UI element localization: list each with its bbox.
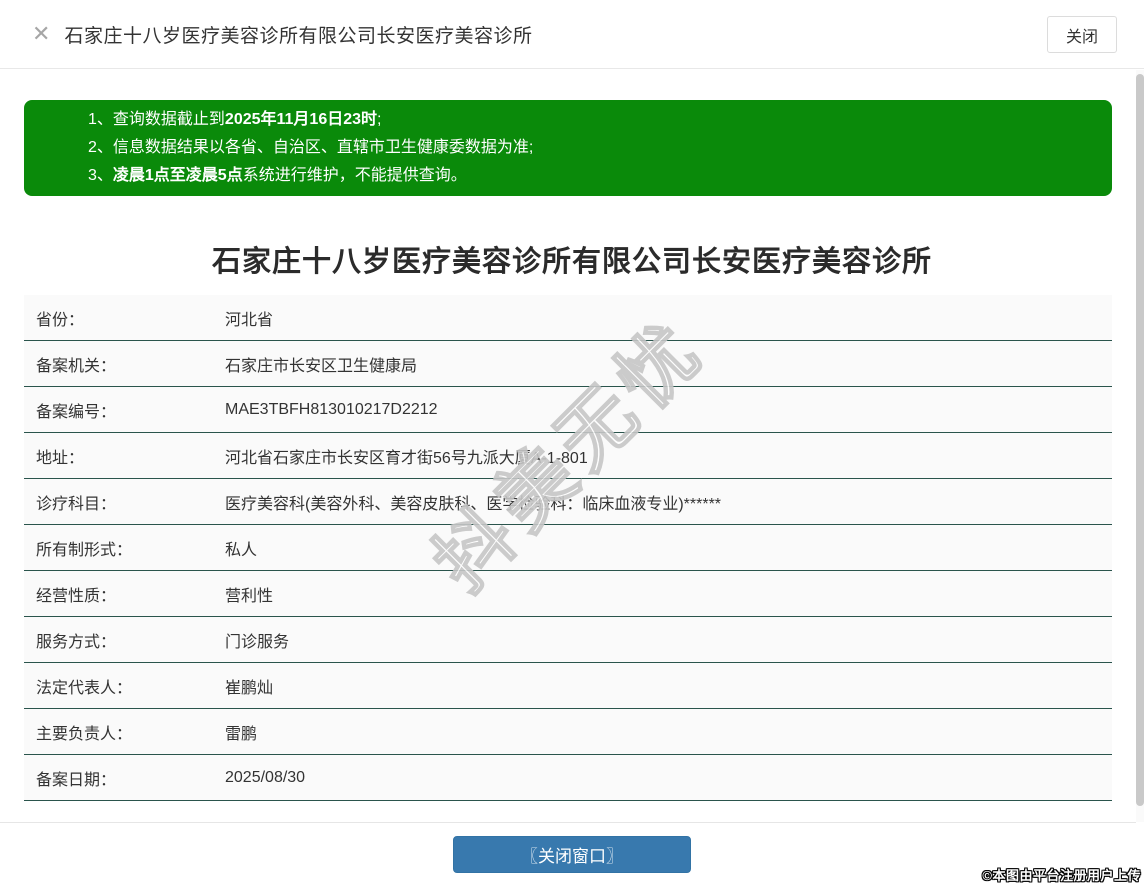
table-row-legal-representative: 法定代表人： 崔鹏灿 [24,663,1112,709]
row-label: 备案编号： [36,403,117,421]
table-row-address: 地址： 河北省石家庄市长安区育才街56号九派大厦A-1-801 [24,433,1112,479]
table-row-business-nature: 经营性质： 营利性 [24,571,1112,617]
notice-line-2: 2、信息数据结果以各省、自治区、直辖市卫生健康委数据为准; [88,134,1092,162]
notice-num: 2、 [88,139,113,156]
notice-text: ; [377,111,382,128]
notice-text: 查询数据截止到 [112,111,225,128]
notice-num: 3、 [88,167,113,184]
row-value: 医疗美容科(美容外科、美容皮肤科、医学检验科：临床血液专业)****** [225,495,722,513]
page-title: 石家庄十八岁医疗美容诊所有限公司长安医疗美容诊所 [211,246,932,278]
table-row-service-mode: 服务方式： 门诊服务 [24,617,1112,663]
row-value: MAE3TBFH813010217D2212 [225,400,438,418]
notice-line-1: 1、查询数据截止到2025年11月16日23时; [88,106,1092,134]
row-label: 诊疗科目： [36,495,117,513]
scrollbar-thumb[interactable] [1136,74,1144,806]
row-label: 法定代表人： [36,679,133,697]
close-button[interactable]: 关闭 [1047,16,1117,53]
row-value: 2025/08/30 [225,768,306,786]
table-row-registration-number: 备案编号： MAE3TBFH813010217D2212 [24,387,1112,433]
scrollbar-track[interactable] [1136,70,1144,822]
row-value: 门诊服务 [225,633,290,651]
notice-num: 1、 [88,111,113,128]
row-value: 雷鹏 [225,725,258,743]
table-row-province: 省份： 河北省 [24,295,1112,341]
table-row-registration-date: 备案日期： 2025/08/30 [24,755,1112,801]
table-row-registration-authority: 备案机关： 石家庄市长安区卫生健康局 [24,341,1112,387]
row-label: 经营性质： [36,587,117,605]
row-value: 私人 [225,541,258,559]
row-label: 地址： [36,449,85,467]
row-label: 主要负责人： [36,725,133,743]
notice-bold-text: 凌晨1点至凌晨5点 [112,167,243,184]
table-row-medical-subjects: 诊疗科目： 医疗美容科(美容外科、美容皮肤科、医学检验科：临床血液专业)****… [24,479,1112,525]
row-value: 河北省石家庄市长安区育才街56号九派大厦A-1-801 [225,449,588,467]
notice-line-3: 3、凌晨1点至凌晨5点系统进行维护，不能提供查询。 [88,162,1092,190]
table-row-ownership-type: 所有制形式： 私人 [24,525,1112,571]
row-label: 服务方式： [36,633,117,651]
close-window-button[interactable]: 〖关闭窗口〗 [453,836,691,873]
info-table: 省份： 河北省 备案机关： 石家庄市长安区卫生健康局 备案编号： MAE3TBF… [24,295,1112,801]
table-row-main-responsible-person: 主要负责人： 雷鹏 [24,709,1112,755]
row-label: 省份： [36,311,85,329]
notice-text: 信息数据结果以各省、自治区、直辖市卫生健康委数据为准; [112,139,534,156]
footer: 〖关闭窗口〗 [0,823,1144,886]
notice-bold-text: 2025年11月16日23时 [224,111,378,128]
window-title: 石家庄十八岁医疗美容诊所有限公司长安医疗美容诊所 [64,25,533,47]
row-value: 崔鹏灿 [225,679,274,697]
notice-box: 1、查询数据截止到2025年11月16日23时; 2、信息数据结果以各省、自治区… [24,100,1112,196]
close-x-icon[interactable]: ✕ [32,23,50,45]
row-label: 备案日期： [36,771,117,789]
row-value: 石家庄市长安区卫生健康局 [225,357,418,375]
row-label: 备案机关： [36,357,117,375]
row-label: 所有制形式： [36,541,133,559]
notice-text: 系统进行维护，不能提供查询。 [242,167,467,184]
row-value: 河北省 [225,311,274,329]
row-value: 营利性 [225,587,274,605]
copyright-watermark: ©本图由平台注册用户上传 [982,868,1141,883]
topbar: ✕ 石家庄十八岁医疗美容诊所有限公司长安医疗美容诊所 关闭 [0,0,1144,69]
